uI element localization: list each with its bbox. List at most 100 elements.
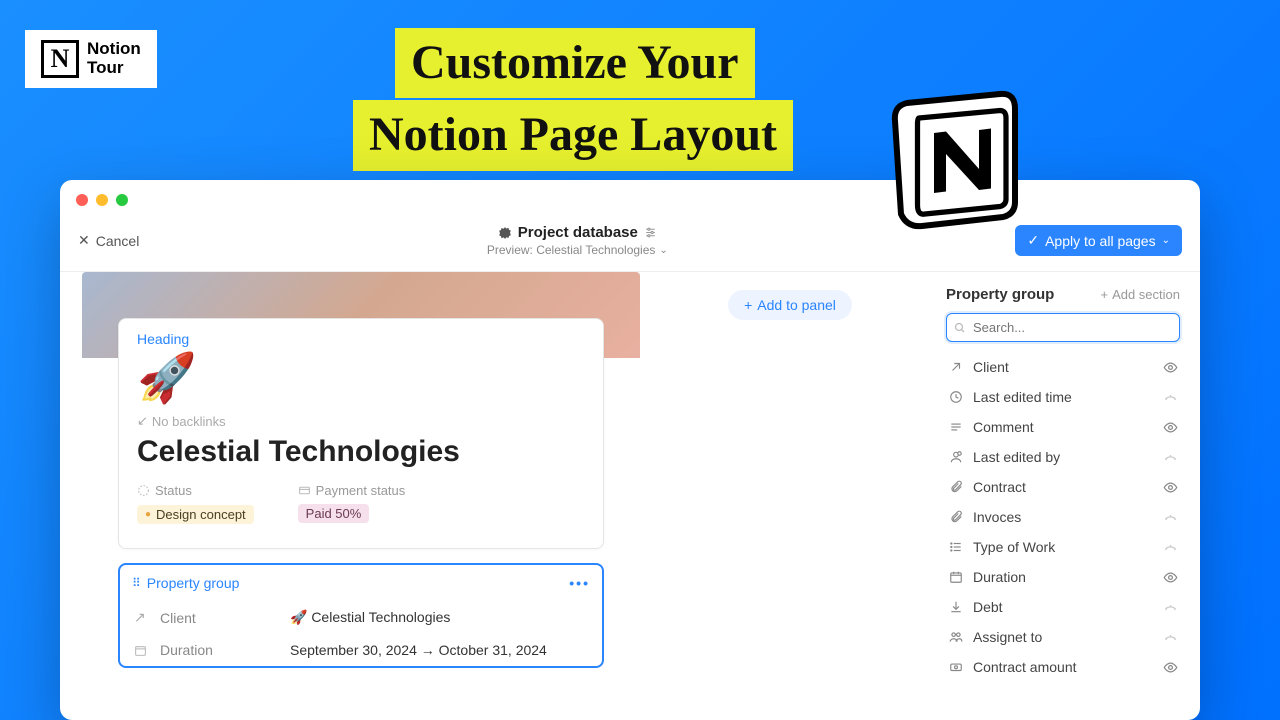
list-icon <box>948 540 964 554</box>
payment-status-label: Payment status <box>298 483 406 498</box>
payment-status-badge[interactable]: Paid 50% <box>298 504 370 523</box>
prop-key: Duration <box>160 642 280 658</box>
close-window-icon[interactable] <box>76 194 88 206</box>
visibility-on-icon[interactable] <box>1163 420 1178 435</box>
property-row[interactable]: Invoces <box>946 502 1180 532</box>
property-name: Contract amount <box>973 659 1077 675</box>
property-name: Duration <box>973 569 1026 585</box>
no-backlinks: ↙ No backlinks <box>137 413 585 429</box>
heading-card[interactable]: Heading 🚀 ↙ No backlinks Celestial Techn… <box>118 318 604 549</box>
visibility-on-icon[interactable] <box>1163 660 1178 675</box>
property-group-title: Property group <box>946 286 1054 303</box>
plus-icon: + <box>744 297 752 313</box>
add-section-button[interactable]: + Add section <box>1100 287 1180 302</box>
visibility-on-icon[interactable] <box>1163 480 1178 495</box>
property-name: Client <box>973 359 1009 375</box>
property-name: Type of Work <box>973 539 1055 555</box>
clock-icon <box>948 390 964 404</box>
prop-value: September 30, 2024 → October 31, 2024 <box>290 642 547 658</box>
plus-icon: + <box>1100 287 1108 302</box>
notion-logo-icon <box>880 85 1030 235</box>
notion-tour-logo: N Notion Tour <box>25 30 157 88</box>
settings-icon[interactable] <box>644 226 657 239</box>
maximize-window-icon[interactable] <box>116 194 128 206</box>
cancel-button[interactable]: ✕ Cancel <box>78 232 139 249</box>
property-name: Invoces <box>973 509 1021 525</box>
visibility-on-icon[interactable] <box>1163 570 1178 585</box>
property-row[interactable]: Duration <box>946 562 1180 592</box>
property-row[interactable]: Type of Work <box>946 532 1180 562</box>
right-sidebar: Property group + Add section Client Last… <box>940 272 1200 712</box>
card-icon <box>298 484 311 497</box>
prop-key: Client <box>160 610 280 626</box>
property-group-label: Property group <box>147 575 240 591</box>
logo-text: Notion Tour <box>87 40 141 77</box>
clip-icon <box>948 510 964 524</box>
progress-icon <box>137 484 150 497</box>
property-name: Comment <box>973 419 1034 435</box>
preview-label: Preview: Celestial Technologies <box>487 243 656 257</box>
property-row[interactable]: Debt <box>946 592 1180 622</box>
db-title-text: Project database <box>518 224 638 241</box>
property-row[interactable]: Contract amount <box>946 652 1180 682</box>
add-section-label: Add section <box>1112 287 1180 302</box>
visibility-on-icon[interactable] <box>1163 360 1178 375</box>
property-name: Last edited by <box>973 449 1060 465</box>
search-input[interactable] <box>946 313 1180 342</box>
logo-letter: N <box>41 40 79 78</box>
visibility-off-icon[interactable] <box>1163 600 1178 615</box>
hero-line1: Customize Your <box>395 28 755 98</box>
property-row[interactable]: Last edited time <box>946 382 1180 412</box>
property-row[interactable]: Last edited by <box>946 442 1180 472</box>
preview-subtitle[interactable]: Preview: Celestial Technologies ⌄ <box>139 243 1015 257</box>
visibility-off-icon[interactable] <box>1163 510 1178 525</box>
minimize-window-icon[interactable] <box>96 194 108 206</box>
middle-column: + Add to panel <box>640 272 940 712</box>
visibility-off-icon[interactable] <box>1163 450 1178 465</box>
person-clock-icon <box>948 450 964 464</box>
page-title[interactable]: Celestial Technologies <box>137 435 585 469</box>
download-icon <box>948 600 964 614</box>
heading-card-label: Heading <box>137 331 585 347</box>
property-name: Assignet to <box>973 629 1042 645</box>
cancel-label: Cancel <box>96 233 140 249</box>
property-name: Last edited time <box>973 389 1072 405</box>
visibility-off-icon[interactable] <box>1163 630 1178 645</box>
left-column: Heading 🚀 ↙ No backlinks Celestial Techn… <box>60 272 640 712</box>
apply-to-all-pages-button[interactable]: ✓ Apply to all pages ⌄ <box>1015 225 1182 256</box>
status-label: Status <box>137 483 254 498</box>
more-icon[interactable]: ••• <box>569 575 590 591</box>
property-group-card[interactable]: ⠿ Property group ••• ↗ Client 🚀 Celestia… <box>118 563 604 668</box>
arrow-up-right-icon <box>948 360 964 374</box>
apply-label: Apply to all pages <box>1045 233 1156 249</box>
hero-title: Customize Your Notion Page Layout <box>395 28 793 171</box>
calendar-icon <box>948 570 964 584</box>
chevron-down-icon: ⌄ <box>1162 235 1170 246</box>
x-icon: ✕ <box>78 232 90 249</box>
property-row-duration[interactable]: Duration September 30, 2024 → October 31… <box>120 634 602 666</box>
property-name: Debt <box>973 599 1003 615</box>
people-icon <box>948 630 964 644</box>
app-window: ✕ Cancel Project database Preview: Celes… <box>60 180 1200 720</box>
property-row[interactable]: Contract <box>946 472 1180 502</box>
add-panel-label: Add to panel <box>757 297 836 313</box>
search-icon <box>954 322 966 334</box>
visibility-off-icon[interactable] <box>1163 540 1178 555</box>
calendar-icon <box>134 644 150 657</box>
property-row[interactable]: Comment <box>946 412 1180 442</box>
drag-handle-icon[interactable]: ⠿ <box>132 576 141 590</box>
visibility-off-icon[interactable] <box>1163 390 1178 405</box>
add-to-panel-button[interactable]: + Add to panel <box>728 290 852 320</box>
clip-icon <box>948 480 964 494</box>
property-name: Contract <box>973 479 1026 495</box>
lines-icon <box>948 420 964 434</box>
property-row[interactable]: Assignet to <box>946 622 1180 652</box>
page-icon[interactable]: 🚀 <box>137 355 585 403</box>
arrow-up-right-icon: ↗ <box>134 609 150 626</box>
property-row-client[interactable]: ↗ Client 🚀 Celestial Technologies <box>120 601 602 634</box>
hero-line2: Notion Page Layout <box>353 100 793 170</box>
property-row[interactable]: Client <box>946 352 1180 382</box>
arrow-down-left-icon: ↙ <box>137 413 148 429</box>
status-badge[interactable]: Design concept <box>137 505 254 524</box>
verified-icon <box>498 226 512 240</box>
